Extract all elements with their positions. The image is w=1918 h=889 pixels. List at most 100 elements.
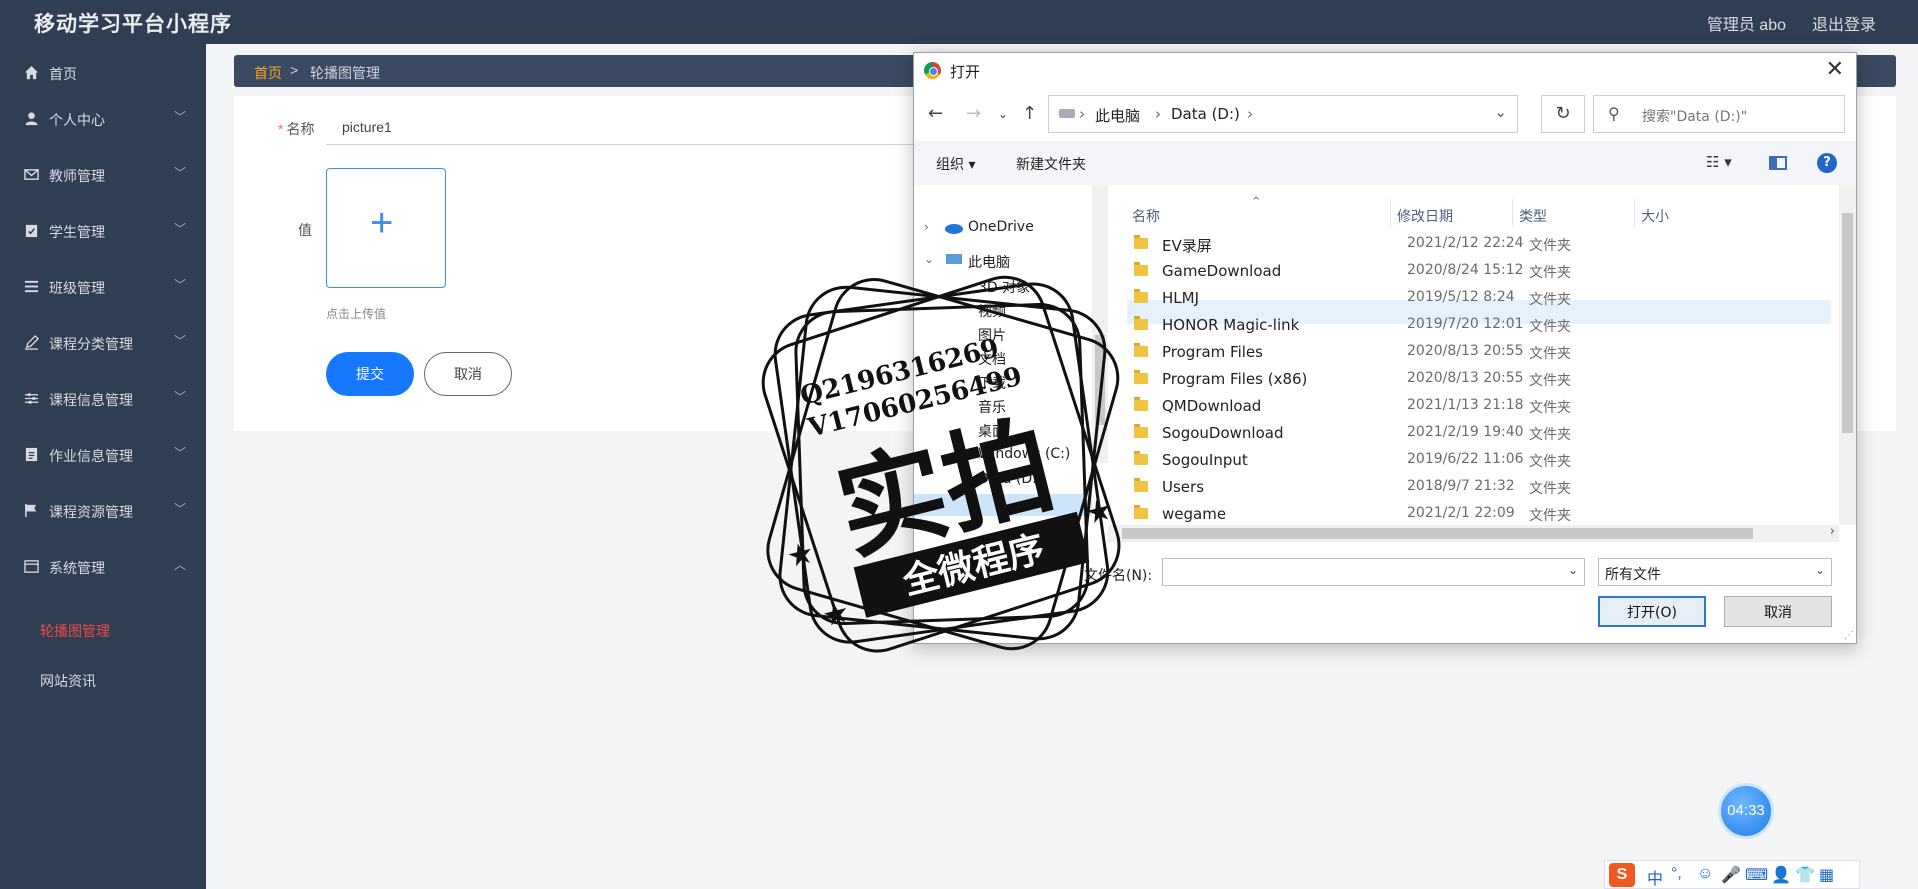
back-arrow-icon[interactable]: ← <box>928 103 943 124</box>
upload-hint: 点击上传值 <box>326 307 387 321</box>
user-icon[interactable]: 👤 <box>1771 865 1791 885</box>
file-row[interactable]: HONOR Magic-link 2019/7/20 12:01 文件夹 <box>1127 316 1831 338</box>
sidebar-item-personal[interactable]: 个人中心 ﹀ <box>0 99 206 139</box>
home-icon <box>24 65 39 80</box>
toolbox-icon[interactable]: ▦ <box>1819 865 1834 885</box>
plus-icon: + <box>370 201 394 245</box>
cancel-button[interactable]: 取消 <box>424 352 512 396</box>
sidebar-item-home[interactable]: 首页 <box>0 53 206 93</box>
file-name: SogouDownload <box>1162 424 1284 442</box>
sidebar-item-label: 教师管理 <box>49 168 105 184</box>
column-divider[interactable] <box>1390 199 1391 227</box>
sogou-logo-icon[interactable]: S <box>1609 863 1635 887</box>
image-uploader[interactable]: + <box>326 168 446 288</box>
file-type: 文件夹 <box>1529 454 1571 470</box>
sidebar-item-classes[interactable]: 班级管理 ﹀ <box>0 267 206 307</box>
sidebar-item-label: 课程分类管理 <box>49 336 133 352</box>
column-header-modified[interactable]: 修改日期 <box>1397 206 1453 226</box>
logout-link[interactable]: 退出登录 <box>1812 11 1876 35</box>
file-row[interactable]: Program Files 2020/8/13 20:55 文件夹 <box>1127 343 1831 365</box>
file-date: 2020/8/13 20:55 <box>1407 370 1524 386</box>
up-arrow-icon[interactable]: ↑ <box>1022 103 1037 124</box>
dialog-cancel-button[interactable]: 取消 <box>1724 596 1832 627</box>
sidebar-subitem-carousel[interactable]: 轮播图管理 <box>40 621 110 641</box>
address-bar[interactable]: › 此电脑 › Data (D:) › ⌄ <box>1048 95 1518 133</box>
sidebar-item-homework[interactable]: 作业信息管理 ﹀ <box>0 435 206 475</box>
folder-icon <box>1134 235 1148 249</box>
sidebar-item-teachers[interactable]: 教师管理 ﹀ <box>0 155 206 195</box>
view-options-icon[interactable]: ☷ ▾ <box>1706 153 1732 171</box>
help-icon[interactable]: ? <box>1817 153 1837 173</box>
name-label-text: 名称 <box>286 121 315 137</box>
expand-arrow-icon[interactable]: › <box>924 220 929 234</box>
new-folder-button[interactable]: 新建文件夹 <box>1016 154 1086 174</box>
ime-chinese-toggle[interactable]: 中 <box>1647 865 1663 889</box>
address-segment[interactable]: Data (D:) <box>1171 105 1240 123</box>
folder-icon <box>1134 424 1148 438</box>
sidebar-item-students[interactable]: 学生管理 ﹀ <box>0 211 206 251</box>
file-date: 2018/9/7 21:32 <box>1407 478 1515 494</box>
refresh-icon[interactable]: ↻ <box>1541 95 1585 133</box>
name-input[interactable] <box>326 109 946 145</box>
chevron-down-icon: ﹀ <box>173 222 186 236</box>
vertical-scrollbar[interactable] <box>1839 185 1856 525</box>
column-divider[interactable] <box>1512 199 1513 227</box>
file-row[interactable]: QMDownload 2021/1/13 21:18 文件夹 <box>1127 397 1831 419</box>
column-divider[interactable] <box>1634 199 1635 227</box>
filetype-value: 所有文件 <box>1605 567 1661 583</box>
file-date: 2019/6/22 11:06 <box>1407 451 1524 467</box>
resize-grip-icon[interactable]: ⋰ <box>1844 630 1854 641</box>
sidebar-subitem-news[interactable]: 网站资讯 <box>40 671 96 691</box>
folder-icon <box>1134 289 1148 303</box>
folder-icon <box>1134 478 1148 492</box>
search-placeholder: 搜索"Data (D:)" <box>1642 109 1748 125</box>
file-row[interactable]: wegame 2021/2/1 22:09 文件夹 <box>1127 505 1831 527</box>
file-row[interactable]: EV录屏 2021/2/12 22:24 文件夹 <box>1127 235 1831 257</box>
file-row[interactable]: HLMJ 2019/5/12 8:24 文件夹 <box>1127 289 1831 311</box>
search-box[interactable]: ⚲ 搜索"Data (D:)" <box>1593 95 1845 133</box>
organize-menu[interactable]: 组织 ▾ <box>936 154 975 174</box>
open-button[interactable]: 打开(O) <box>1598 596 1706 627</box>
tree-item-onedrive[interactable]: OneDrive <box>968 219 1034 235</box>
file-row[interactable]: Users 2018/9/7 21:32 文件夹 <box>1127 478 1831 500</box>
chevron-down-icon[interactable]: ⌄ <box>1568 563 1578 577</box>
name-label: * 名称 <box>278 119 314 139</box>
file-row[interactable]: SogouInput 2019/6/22 11:06 文件夹 <box>1127 451 1831 473</box>
file-row[interactable]: GameDownload 2020/8/24 15:12 文件夹 <box>1127 262 1831 284</box>
ime-toolbar: S 中 °, ☺ 🎤 ⌨ 👤 👕 ▦ <box>1604 860 1860 889</box>
file-row[interactable]: Program Files (x86) 2020/8/13 20:55 文件夹 <box>1127 370 1831 392</box>
submit-button[interactable]: 提交 <box>326 352 414 396</box>
chevron-down-icon: ⌄ <box>1814 563 1825 577</box>
punctuation-icon[interactable]: °, <box>1671 865 1682 883</box>
folder-icon <box>1134 505 1148 519</box>
close-icon[interactable]: ✕ <box>1826 57 1844 82</box>
breadcrumb-home[interactable]: 首页 <box>254 63 282 83</box>
chrome-icon <box>924 62 941 79</box>
horizontal-scrollbar[interactable]: › <box>1108 524 1839 542</box>
sidebar-item-course-info[interactable]: 课程信息管理 ﹀ <box>0 379 206 419</box>
emoji-icon[interactable]: ☺ <box>1697 865 1713 883</box>
column-header-size[interactable]: 大小 <box>1641 206 1669 226</box>
column-header-type[interactable]: 类型 <box>1519 206 1547 226</box>
keyboard-icon[interactable]: ⌨ <box>1745 865 1768 885</box>
forward-arrow-icon[interactable]: → <box>966 103 981 124</box>
filename-input[interactable]: ⌄ <box>1162 558 1585 586</box>
recent-dropdown-icon[interactable]: ⌄ <box>998 107 1008 121</box>
sidebar-item-system[interactable]: 系统管理 ︿ <box>0 547 206 587</box>
sidebar-item-label: 课程信息管理 <box>49 392 133 408</box>
chevron-down-icon: ﹀ <box>173 278 186 292</box>
chevron-down-icon[interactable]: ⌄ <box>1494 103 1507 121</box>
preview-pane-icon[interactable] <box>1769 156 1787 170</box>
sidebar-item-resources[interactable]: 课程资源管理 ﹀ <box>0 491 206 531</box>
address-segment[interactable]: 此电脑 <box>1095 105 1140 126</box>
skin-icon[interactable]: 👕 <box>1795 865 1815 885</box>
file-type: 文件夹 <box>1529 508 1571 524</box>
file-name: Users <box>1162 478 1205 496</box>
microphone-icon[interactable]: 🎤 <box>1721 865 1741 885</box>
timer-bubble[interactable]: 04:33 <box>1718 783 1774 839</box>
sidebar-item-course-category[interactable]: 课程分类管理 ﹀ <box>0 323 206 363</box>
filetype-select[interactable]: 所有文件 ⌄ <box>1598 558 1832 586</box>
file-row[interactable]: SogouDownload 2021/2/19 19:40 文件夹 <box>1127 424 1831 446</box>
column-header-name[interactable]: 名称 <box>1132 206 1160 226</box>
dialog-toolbar: 组织 ▾ 新建文件夹 ☷ ▾ ? <box>914 141 1856 185</box>
